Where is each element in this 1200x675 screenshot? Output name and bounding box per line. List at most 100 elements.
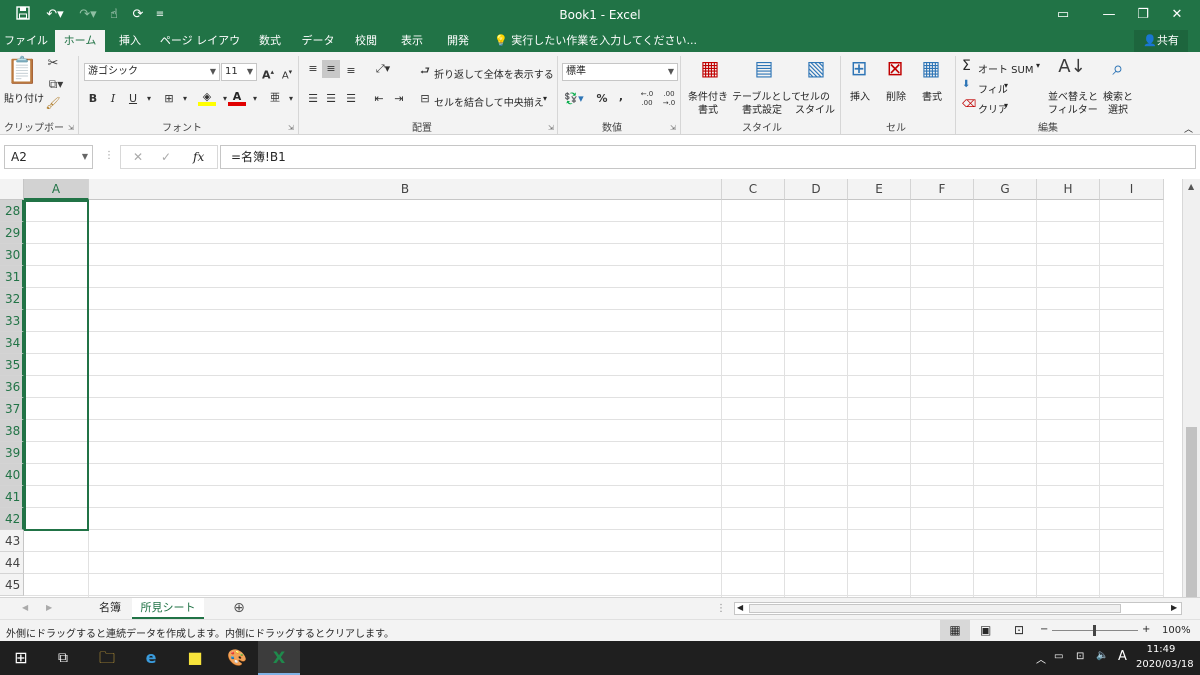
orientation-icon[interactable]: ⤢▾ (370, 60, 396, 78)
restore-icon[interactable]: ❐ (1132, 0, 1154, 30)
show-hidden-icons[interactable]: ︿ (1036, 651, 1046, 666)
merge-dropdown-icon[interactable]: ▾ (543, 94, 547, 103)
vertical-scroll-thumb[interactable] (1186, 427, 1197, 597)
row-header-28[interactable]: 28 (0, 200, 24, 222)
font-size-select[interactable]: 11 ▼ (221, 63, 257, 81)
share-button[interactable]: 👤共有 (1134, 30, 1188, 52)
column-header-H[interactable]: H (1037, 179, 1100, 200)
row-header-43[interactable]: 43 (0, 530, 24, 552)
row-header-39[interactable]: 39 (0, 442, 24, 464)
row-header-38[interactable]: 38 (0, 420, 24, 442)
sheet-tab-shoken[interactable]: 所見シート (132, 598, 204, 619)
underline-dropdown-icon[interactable]: ▾ (140, 90, 158, 108)
column-header-G[interactable]: G (974, 179, 1037, 200)
row-header-36[interactable]: 36 (0, 376, 24, 398)
tab-page-layout[interactable]: ページ レイアウト (156, 30, 244, 69)
worksheet-grid[interactable]: ABCDEFGHI 28 29 30 31 32 33 34 35 36 37 38 39 40 41 42… (0, 179, 1200, 597)
enter-icon[interactable]: ✓ (161, 150, 171, 164)
vertical-scrollbar[interactable]: ▲ (1182, 179, 1200, 597)
column-header-B[interactable]: B (89, 179, 722, 200)
task-view-icon[interactable]: ⧉ (42, 641, 84, 675)
eraser-icon[interactable]: ⌫ (962, 99, 976, 110)
font-color-dropdown-icon[interactable]: ▾ (246, 90, 264, 108)
grow-font-button[interactable]: A▴ (259, 63, 277, 82)
clock-time[interactable]: 11:49 (1136, 644, 1186, 655)
find-select-icon[interactable]: ⌕ (1104, 58, 1132, 78)
scroll-sheets-right-icon[interactable]: ▶ (46, 603, 52, 612)
tab-insert[interactable]: 挿入 (110, 30, 150, 52)
horizontal-scroll-thumb[interactable] (749, 604, 1121, 613)
font-color-icon[interactable]: A (228, 88, 246, 106)
number-launcher-icon[interactable]: ⇲ (670, 124, 676, 132)
column-header-E[interactable]: E (848, 179, 911, 200)
tell-me-box[interactable]: 💡 実行したい作業を入力してください... (494, 30, 697, 52)
bold-button[interactable]: B (84, 90, 102, 108)
column-header-I[interactable]: I (1100, 179, 1164, 200)
increase-indent-icon[interactable]: ⇥ (390, 90, 408, 108)
battery-icon[interactable]: ▭ (1054, 651, 1063, 662)
formula-input[interactable]: =名簿!B1 (220, 145, 1196, 169)
wrap-text-button[interactable]: 折り返して全体を表示する (434, 66, 554, 81)
fill-icon[interactable]: ⬇ (962, 79, 970, 90)
row-header-30[interactable]: 30 (0, 244, 24, 266)
format-as-table-icon[interactable]: ▤ (744, 58, 784, 78)
cell-styles-icon[interactable]: ▧ (796, 58, 836, 78)
paint-icon[interactable]: 🎨 (216, 641, 258, 675)
column-header-D[interactable]: D (785, 179, 848, 200)
find-select-line2[interactable]: 選択 (1100, 101, 1136, 116)
row-header-33[interactable]: 33 (0, 310, 24, 332)
copy-icon[interactable]: ⧉▾ (44, 78, 68, 90)
row-header-34[interactable]: 34 (0, 332, 24, 354)
row-header-44[interactable]: 44 (0, 552, 24, 574)
cancel-icon[interactable]: ✕ (133, 150, 143, 164)
tab-review[interactable]: 校閲 (346, 30, 386, 52)
zoom-level[interactable]: 100% (1162, 625, 1191, 636)
align-middle-icon[interactable]: ≡ (322, 60, 340, 78)
paste-icon[interactable]: 📋 (6, 58, 38, 84)
internet-explorer-icon[interactable]: e (130, 641, 172, 675)
tab-formulas[interactable]: 数式 (250, 30, 290, 52)
font-name-select[interactable]: 游ゴシック ▼ (84, 63, 220, 81)
sheet-tab-meibo[interactable]: 名簿 (90, 598, 130, 619)
conditional-formatting-icon[interactable]: ▦ (690, 58, 730, 78)
row-header-29[interactable]: 29 (0, 222, 24, 244)
delete-cells-button[interactable]: 削除 (884, 88, 908, 103)
horizontal-scrollbar[interactable]: ◀ ▶ (734, 602, 1182, 615)
align-right-icon[interactable]: ☰ (342, 90, 360, 108)
formula-bar-handle-icon[interactable]: ⋮ (104, 150, 114, 161)
zoom-in-icon[interactable]: + (1142, 624, 1150, 635)
column-header-F[interactable]: F (911, 179, 974, 200)
insert-function-icon[interactable]: fx (193, 150, 204, 164)
tab-split-handle-icon[interactable]: ⋮ (716, 603, 726, 614)
file-explorer-icon[interactable]: 🗀 (86, 641, 128, 675)
sort-filter-icon[interactable]: A↓ (1056, 58, 1088, 76)
close-icon[interactable]: ✕ (1154, 0, 1200, 30)
scroll-up-icon[interactable]: ▲ (1188, 182, 1194, 191)
alignment-launcher-icon[interactable]: ⇲ (548, 124, 554, 132)
name-box-dropdown-icon[interactable]: ▼ (82, 146, 88, 168)
row-header-41[interactable]: 41 (0, 486, 24, 508)
wrap-text-icon[interactable]: ⮐ (416, 62, 434, 80)
format-cells-button[interactable]: 書式 (920, 88, 944, 103)
increase-decimal-button[interactable]: ←.0 .00 (636, 90, 658, 108)
clear-dropdown-icon[interactable]: ▾ (1004, 101, 1008, 110)
minimize-icon[interactable]: — (1086, 0, 1132, 30)
start-icon[interactable]: ⊞ (0, 641, 42, 675)
align-left-icon[interactable]: ☰ (304, 90, 322, 108)
sticky-notes-icon[interactable]: ■ (174, 641, 216, 675)
fill-dropdown-icon[interactable]: ▾ (1004, 81, 1008, 90)
ribbon-display-icon[interactable]: ▭ (1040, 0, 1086, 30)
autosum-button[interactable]: オート SUM (978, 61, 1033, 76)
clock-date[interactable]: 2020/03/18 (1136, 659, 1194, 670)
tab-view[interactable]: 表示 (392, 30, 432, 52)
ime-indicator[interactable]: A (1118, 649, 1127, 664)
scroll-sheets-left-icon[interactable]: ◀ (22, 603, 28, 612)
column-header-C[interactable]: C (722, 179, 785, 200)
tab-file[interactable]: ファイル (2, 30, 50, 52)
tab-developer[interactable]: 開発 (438, 30, 478, 52)
row-header-37[interactable]: 37 (0, 398, 24, 420)
autosum-icon[interactable]: Σ (962, 58, 971, 74)
clipboard-launcher-icon[interactable]: ⇲ (68, 124, 74, 132)
volume-icon[interactable]: 🔈 (1096, 650, 1108, 661)
insert-cells-icon[interactable]: ⊞ (846, 58, 872, 78)
